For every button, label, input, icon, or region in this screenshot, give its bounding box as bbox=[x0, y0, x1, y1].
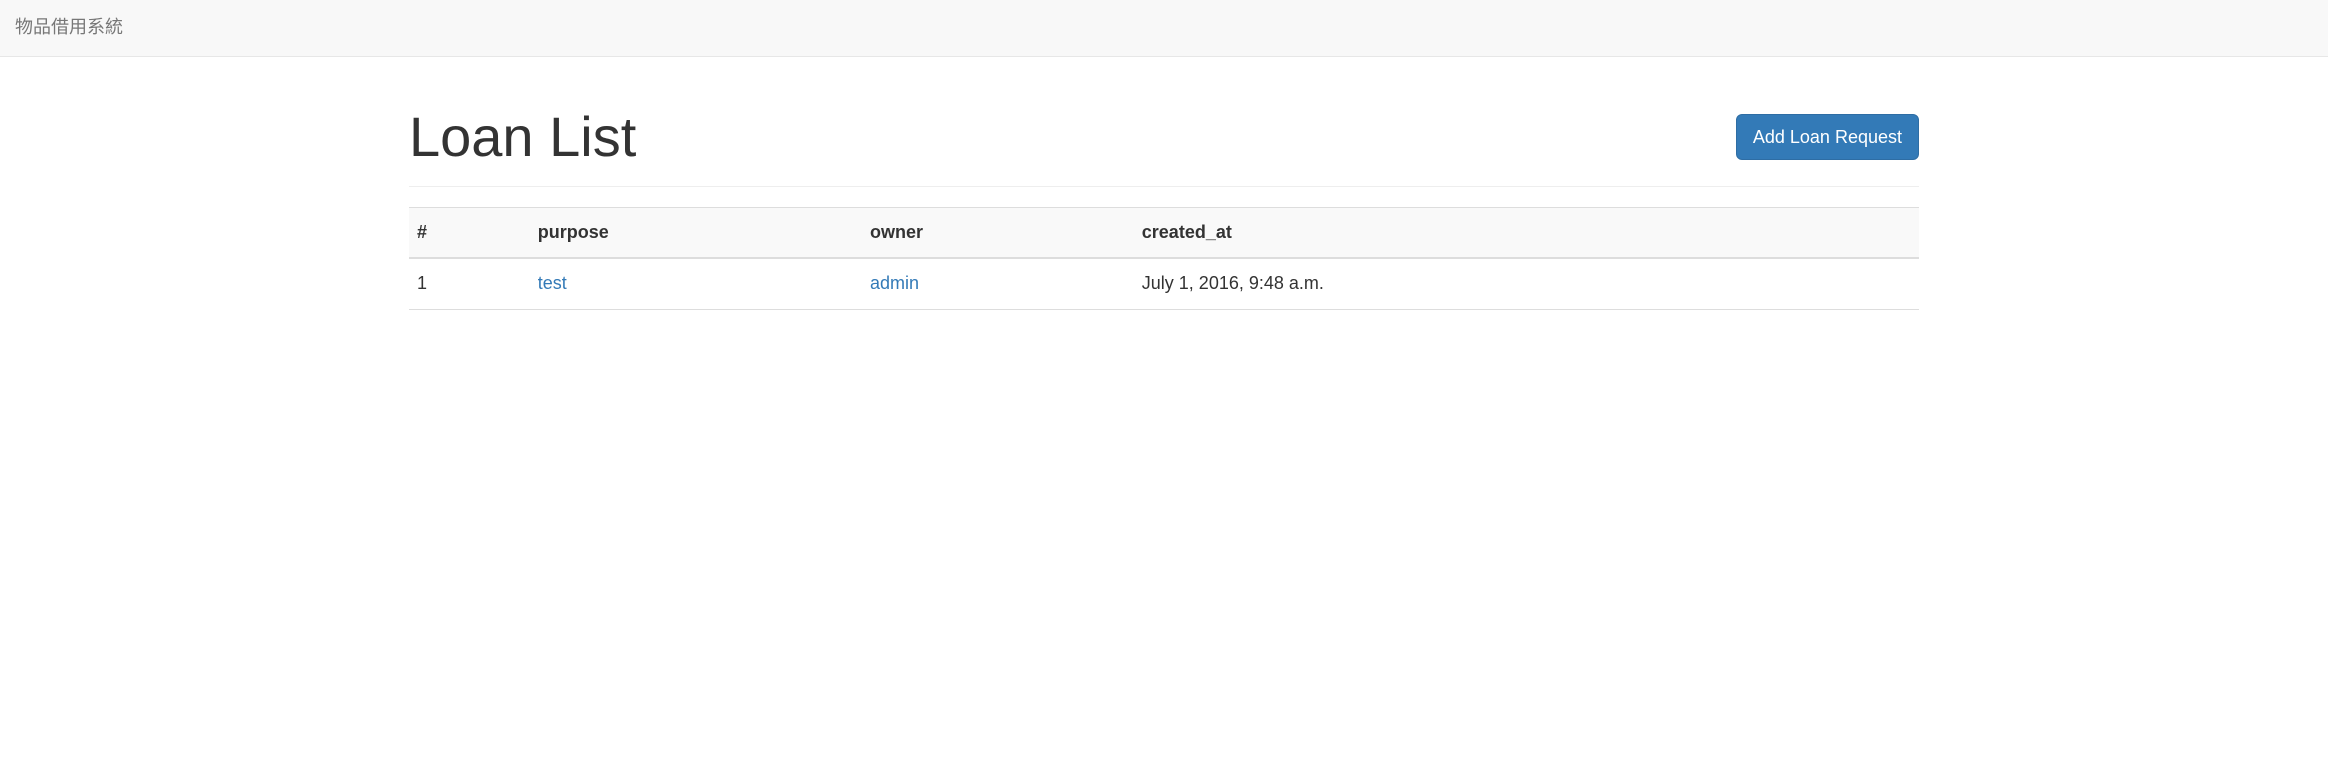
table-row: 1 test admin July 1, 2016, 9:48 a.m. bbox=[409, 258, 1919, 309]
owner-link[interactable]: admin bbox=[870, 273, 919, 293]
cell-num: 1 bbox=[409, 258, 530, 309]
table-header-owner: owner bbox=[862, 207, 1134, 258]
cell-owner: admin bbox=[862, 258, 1134, 309]
table-header-created-at: created_at bbox=[1134, 207, 1919, 258]
page-title: Loan List bbox=[409, 97, 636, 177]
loan-table: # purpose owner created_at 1 test admin … bbox=[409, 207, 1919, 310]
cell-created-at: July 1, 2016, 9:48 a.m. bbox=[1134, 258, 1919, 309]
navbar: 物品借用系統 bbox=[0, 0, 2328, 57]
table-header-row: # purpose owner created_at bbox=[409, 207, 1919, 258]
cell-purpose: test bbox=[530, 258, 862, 309]
page-header: Loan List Add Loan Request bbox=[409, 97, 1919, 187]
navbar-brand[interactable]: 物品借用系統 bbox=[15, 15, 123, 41]
table-header-purpose: purpose bbox=[530, 207, 862, 258]
main-container: Loan List Add Loan Request # purpose own… bbox=[394, 97, 1934, 310]
table-header-num: # bbox=[409, 207, 530, 258]
purpose-link[interactable]: test bbox=[538, 273, 567, 293]
add-loan-request-button[interactable]: Add Loan Request bbox=[1736, 114, 1919, 160]
